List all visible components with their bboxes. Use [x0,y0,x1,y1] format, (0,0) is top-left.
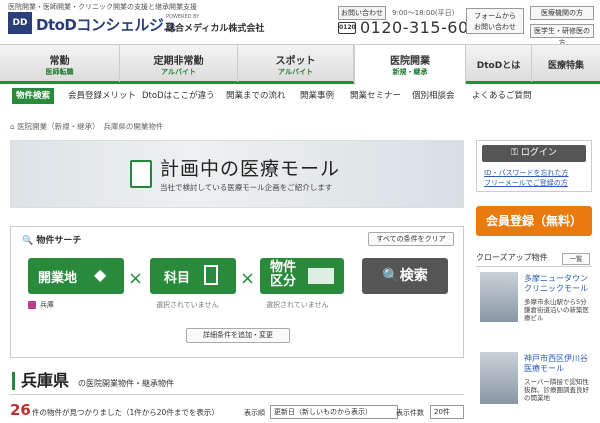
building-icon [308,268,334,284]
logo-text[interactable]: DtoDコンシェルジュ [36,14,177,35]
login-button[interactable]: ⚿ ログイン [482,145,586,162]
sort-label: 表示順 [244,409,265,417]
times-icon: × [240,268,256,289]
document-icon [130,160,152,188]
nav-feature[interactable]: 医療特集 [532,45,600,82]
detail-conditions-button[interactable]: 詳細条件を追加・変更 [186,328,290,343]
nav-parttime[interactable]: 定期非常勤 アルバイト [120,45,238,82]
property-title[interactable]: 多摩ニュータウンクリニックモール [524,274,592,294]
subnav-faq[interactable]: よくあるご質問 [472,88,532,104]
nav-label: 医院開業 [390,56,430,67]
main-nav: 常勤 医師転職 定期非常勤 アルバイト スポット アルバイト 医院開業 新規・継… [0,44,600,85]
property-desc: 多摩市永山駅から5分鎌倉街道沿いの新築医療ビル [524,298,589,322]
type-none-text: 選択されていません [266,301,329,309]
type-label: 物件 区分 [270,261,296,289]
result-count-text: 件の物件が見つかりました（1件から20件までを表示） [32,408,219,417]
list-button[interactable]: 一覧 [562,253,590,265]
key-icon: ⚿ [511,148,518,158]
area-checkbox[interactable] [28,301,36,309]
search-title: 🔍 物件サーチ [22,233,81,246]
forgot-password-link[interactable]: ID・パスワードを忘れた方 [484,168,568,178]
selected-area: 兵庫 [40,301,54,309]
medical-institution-button[interactable]: 医療機関の方 [530,6,594,20]
search-button-label: 検索 [399,268,428,284]
property-desc: スーパー隣接で認知性抜群。診療圏調査良好の開業地 [524,378,589,402]
subnav-merit[interactable]: 会員登録メリット [68,88,136,104]
times-icon: × [128,268,144,289]
search-icon: 🔍 [22,236,34,246]
subject-none-text: 選択されていません [156,301,219,309]
result-count: 26 [10,401,31,419]
phone-number[interactable]: 0120-315-606 [360,18,479,37]
display-count-select[interactable]: 20件 [430,405,464,419]
subnav-consult[interactable]: 個別相談会 [412,88,455,104]
nav-label: 定期非常勤 [153,56,204,67]
property-thumbnail[interactable] [480,352,518,404]
subnav-seminar[interactable]: 開業セミナー [350,88,401,104]
type-button[interactable]: 物件 区分 [260,258,344,294]
register-button[interactable]: 会員登録（無料） [476,206,592,236]
nav-opening[interactable]: 医院開業 新規・継承 [354,45,466,85]
prefecture-title: 兵庫県 [12,372,69,390]
form-contact-button[interactable]: フォームから お問い合わせ [466,8,524,34]
freemail-link[interactable]: フリーメールでご登録の方 [484,178,568,188]
powered-by: POWERED BY [166,14,200,20]
company-name: 総合メディカル株式会社 [166,24,265,34]
nav-about[interactable]: DtoDとは [466,45,532,82]
nav-label: 医療特集 [547,61,584,71]
sub-nav: 物件検索 会員登録メリット DtoDはここが違う 開業までの流れ 開業事例 開業… [0,88,600,106]
nav-sublabel: アルバイト [278,68,313,76]
nav-sublabel: 新規・継承 [392,68,428,76]
prefecture-subtitle: の医院開業物件・継承物件 [78,379,174,388]
nav-fulltime[interactable]: 常勤 医師転職 [0,45,120,82]
property-thumbnail[interactable] [480,272,518,322]
breadcrumb: ⌂ 医院開業（新規・継承） 兵庫県の開業物件 [10,121,163,132]
home-icon[interactable]: ⌂ [10,122,15,131]
site-tagline: 医院開業・医師開業・クリニック開業の支援と継承開業支援 [8,3,197,11]
banner-title: 計画中の医療モール [160,158,341,180]
breadcrumb-text[interactable]: 医院開業（新規・継承） 兵庫県の開業物件 [17,122,163,131]
display-count-label: 表示件数 [396,409,424,417]
freedial-icon: 0120 [338,22,356,34]
type-label-line1: 物件 [270,260,297,275]
form-contact-line2: お問い合わせ [474,23,516,31]
banner-subtitle: 当社で検討している医療モール企画をご紹介します [160,183,333,192]
book-icon [204,265,218,285]
subnav-search[interactable]: 物件検索 [12,88,55,104]
logo-mark[interactable]: DD [8,12,32,34]
nav-spot[interactable]: スポット アルバイト [238,45,354,82]
subnav-cases[interactable]: 開業事例 [300,88,334,104]
nav-label: 常勤 [49,56,70,67]
subnav-difference[interactable]: DtoDはここが違う [142,88,215,104]
subject-button[interactable]: 科目 [150,258,236,294]
nav-label: DtoDとは [476,61,521,71]
clear-all-button[interactable]: すべての条件をクリア [368,232,454,246]
magnifier-icon: 🔍 [382,268,400,284]
subnav-flow[interactable]: 開業までの流れ [226,88,286,104]
nav-label: スポット [275,56,316,67]
form-contact-line1: フォームから [474,12,516,20]
student-button[interactable]: 医学生・研修医の方 [530,24,594,47]
business-hours: 9:00～18:00(平日) [392,9,455,17]
sort-select[interactable]: 更新日（新しいものから表示） [270,405,398,419]
property-title[interactable]: 神戸市西区伊川谷医療モール [524,354,592,374]
hokkaido-map-icon: ◆ [94,265,107,284]
search-button[interactable]: 🔍検索 [362,258,448,294]
login-label: ログイン [520,148,557,158]
subject-label: 科目 [164,271,191,286]
type-label-line2: 区分 [270,274,297,289]
area-label: 開業地 [38,271,78,286]
divider [10,394,464,395]
nav-sublabel: アルバイト [161,68,196,76]
area-button[interactable]: 開業地 ◆ [28,258,124,294]
nav-sublabel: 医師転職 [45,68,74,76]
search-title-text: 物件サーチ [36,236,82,246]
